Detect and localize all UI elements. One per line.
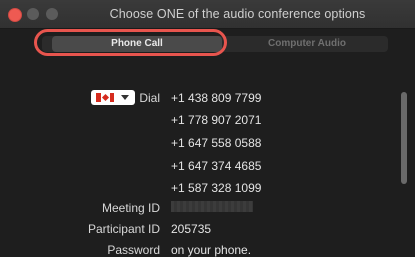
dial-label: Dial [139,91,160,105]
password-label: Password [107,243,160,257]
tab-computer-audio[interactable]: Computer Audio [232,36,382,52]
meeting-id-redacted [171,201,253,212]
meeting-id-label: Meeting ID [101,201,160,215]
participant-id-label: Participant ID [87,222,160,236]
country-selector[interactable] [91,90,135,105]
chevron-down-icon [121,95,129,100]
audio-conference-dialog: Choose ONE of the audio conference optio… [0,0,415,257]
dial-number: +1 587 328 1099 [171,181,262,195]
scrollbar[interactable] [401,92,407,184]
close-window-button[interactable] [8,8,22,22]
window-title: Choose ONE of the audio conference optio… [109,7,366,21]
dial-number: +1 438 809 7799 [171,91,262,105]
canada-flag-icon [96,93,114,102]
dial-number: +1 647 374 4685 [171,159,262,173]
participant-id-value: 205735 [171,222,212,236]
dial-number: +1 647 558 0588 [171,136,262,150]
maximize-window-button[interactable] [46,8,58,20]
phone-call-highlight-annotation [34,29,227,56]
password-value: on your phone. [171,243,252,257]
dial-number: +1 778 907 2071 [171,113,262,127]
minimize-window-button[interactable] [27,8,39,20]
title-bar: Choose ONE of the audio conference optio… [0,0,415,29]
